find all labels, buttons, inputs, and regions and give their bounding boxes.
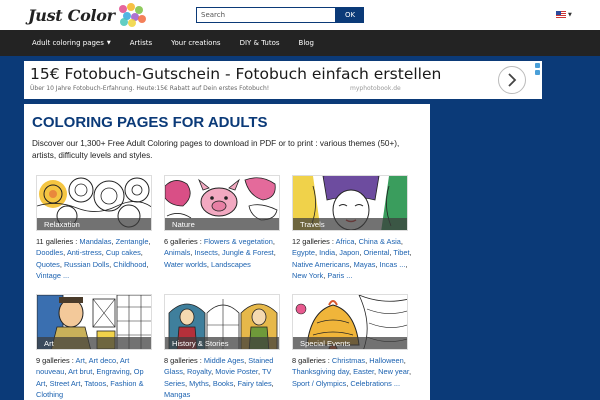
gallery-link[interactable]: Fairy tales [238,379,272,388]
category-description: 9 galleries : Art, Art deco, Art nouveau… [36,356,144,400]
gallery-link[interactable]: Jungle & Forest [222,248,274,257]
gallery-link[interactable]: Anti-stress [67,248,102,257]
category-label: Special Events [293,337,407,349]
gallery-link[interactable]: Christmas [332,356,365,365]
category-thumbnail-history-stories[interactable]: History & Stories [164,294,280,350]
gallery-link[interactable]: Myths [189,379,209,388]
gallery-link[interactable]: Russian Dolls [64,260,109,269]
gallery-link[interactable]: India [319,248,335,257]
gallery-link[interactable]: New year [378,367,409,376]
category-thumbnail-nature[interactable]: Nature [164,175,280,231]
ad-domain: myphotobook.de [350,85,401,92]
main-nav: Adult coloring pages ▼ Artists Your crea… [0,30,600,56]
gallery-link[interactable]: Water worlds [164,260,207,269]
gallery-link[interactable]: Animals [164,248,190,257]
gallery-link[interactable]: Mangas [164,390,190,399]
logo-dots-icon [117,3,147,27]
gallery-link[interactable]: Sport / Olympics [292,379,346,388]
logo-text: Just Color [28,5,115,25]
category-label: Relaxation [37,218,151,230]
category-thumbnail-special-events[interactable]: Special Events [292,294,408,350]
ad-choices-icon[interactable] [532,61,542,99]
category-thumbnail-travels[interactable]: Travels [292,175,408,231]
category-description: 8 galleries : Middle Ages, Stained Glass… [164,356,274,400]
gallery-link[interactable]: Doodles [36,248,63,257]
gallery-link[interactable]: Thanksgiving day [292,367,349,376]
gallery-link[interactable]: Engraving [96,367,129,376]
nav-item-label: Blog [298,39,315,47]
nav-item-label: DIY & Tutos [239,39,280,47]
language-caret-icon[interactable]: ▼ [568,12,572,18]
nav-item-diy-tutos[interactable]: DIY & Tutos [240,39,280,47]
chevron-right-icon[interactable] [498,66,526,94]
gallery-link[interactable]: Paris ... [327,271,352,280]
ad-title[interactable]: 15€ Fotobuch-Gutschein - Fotobuch einfac… [30,65,441,83]
nav-item-blog[interactable]: Blog [299,39,314,47]
search-button[interactable]: OK [336,7,364,23]
gallery-link[interactable]: Incas ... [380,260,406,269]
gallery-link[interactable]: Movie Poster [215,367,258,376]
gallery-link[interactable]: Quotes [36,260,60,269]
gallery-link[interactable]: Landscapes [211,260,251,269]
gallery-link[interactable]: Japon [339,248,359,257]
category-thumbnail-relaxation[interactable]: Relaxation [36,175,152,231]
ad-subtitle: Über 10 Jahre Fotobuch-Erfahrung. Heute:… [30,85,270,92]
content-panel: COLORING PAGES FOR ADULTS Discover our 1… [24,104,430,400]
gallery-link[interactable]: Tatoos [84,379,106,388]
site-logo[interactable]: Just Color [28,3,147,27]
gallery-link[interactable]: Celebrations ... [350,379,400,388]
category-label: Travels [293,218,407,230]
search-form: OK [196,7,364,23]
gallery-link[interactable]: Royalty [187,367,211,376]
nav-item-artists[interactable]: Artists [130,39,152,47]
chevron-down-icon: ▼ [106,40,111,46]
category-description: 12 galleries : Africa, China & Asia, Egy… [292,237,412,281]
gallery-link[interactable]: Easter [353,367,374,376]
gallery-link[interactable]: Oriental [364,248,390,257]
nav-item-label: Your creations [171,39,221,47]
category-label: Art [37,337,151,349]
search-input[interactable] [196,7,336,23]
gallery-link[interactable]: Flowers & vegetation [204,237,273,246]
category-thumbnail-art[interactable]: Art [36,294,152,350]
gallery-link[interactable]: Africa [336,237,355,246]
gallery-link[interactable]: Mandalas [79,237,111,246]
nav-item-label: Artists [129,39,153,47]
gallery-link[interactable]: Middle Ages [204,356,244,365]
gallery-link[interactable]: Zentangle [116,237,149,246]
ad-banner[interactable]: 15€ Fotobuch-Gutschein - Fotobuch einfac… [24,61,542,99]
gallery-link[interactable]: Cup cakes [106,248,141,257]
category-description: 8 galleries : Christmas, Halloween, Than… [292,356,412,388]
nav-item-your-creations[interactable]: Your creations [171,39,220,47]
gallery-link[interactable]: Egypte [292,248,315,257]
gallery-link[interactable]: Childhood [113,260,146,269]
category-label: Nature [165,218,279,230]
gallery-link[interactable]: Native Americans [292,260,350,269]
page-intro: Discover our 1,300+ Free Adult Coloring … [32,139,400,160]
gallery-link[interactable]: Art brut [68,367,92,376]
us-flag-icon[interactable] [556,11,566,18]
page-title: COLORING PAGES FOR ADULTS [32,114,268,131]
gallery-link[interactable]: Vintage ... [36,271,69,280]
site-header: Just Color OK ▼ [0,0,600,30]
gallery-link[interactable]: Mayas [354,260,376,269]
gallery-link[interactable]: Books [213,379,234,388]
gallery-link[interactable]: China & Asia [359,237,401,246]
gallery-link[interactable]: Tibet [393,248,409,257]
category-label: History & Stories [165,337,279,349]
nav-item-adult-coloring-pages[interactable]: Adult coloring pages ▼ [32,39,111,47]
category-description: 6 galleries : Flowers & vegetation, Anim… [164,237,276,269]
gallery-link[interactable]: Art deco [89,356,117,365]
gallery-link[interactable]: Art [75,356,84,365]
category-description: 11 galleries : Mandalas, Zentangle, Dood… [36,237,151,281]
gallery-link[interactable]: Street Art [50,379,81,388]
gallery-link[interactable]: New York [292,271,323,280]
gallery-link[interactable]: Halloween [369,356,404,365]
gallery-link[interactable]: Insects [194,248,217,257]
nav-item-label: Adult coloring pages [32,39,104,47]
